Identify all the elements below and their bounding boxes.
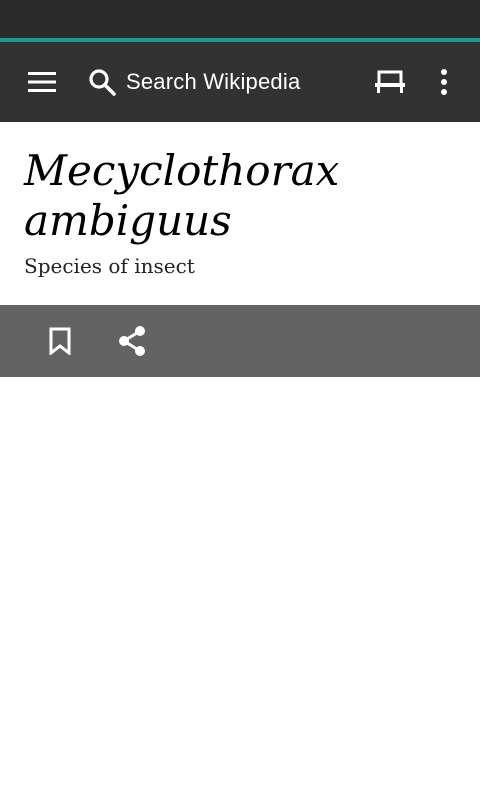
article-header: Mecyclothorax ambiguus Species of insect (0, 122, 480, 305)
article-action-bar (0, 305, 480, 377)
reading-list-icon (375, 70, 405, 93)
bookmark-button[interactable] (36, 317, 84, 365)
search-placeholder: Search Wikipedia (126, 69, 301, 94)
article-content (0, 377, 480, 800)
more-vert-icon (441, 69, 447, 95)
overflow-menu-button[interactable] (420, 58, 468, 106)
search-bar[interactable]: Search Wikipedia (84, 58, 344, 106)
share-icon (119, 326, 145, 356)
menu-icon (28, 72, 56, 92)
article-title: Mecyclothorax ambiguus (24, 146, 340, 245)
toolbar: Search Wikipedia (0, 42, 480, 122)
share-button[interactable] (108, 317, 156, 365)
search-icon-wrapper (84, 58, 120, 106)
status-bar (0, 0, 480, 38)
search-icon (89, 69, 116, 96)
reading-list-button[interactable] (366, 58, 414, 106)
bookmark-icon (49, 327, 71, 355)
article-description: Species of insect (24, 254, 195, 278)
menu-button[interactable] (18, 58, 66, 106)
